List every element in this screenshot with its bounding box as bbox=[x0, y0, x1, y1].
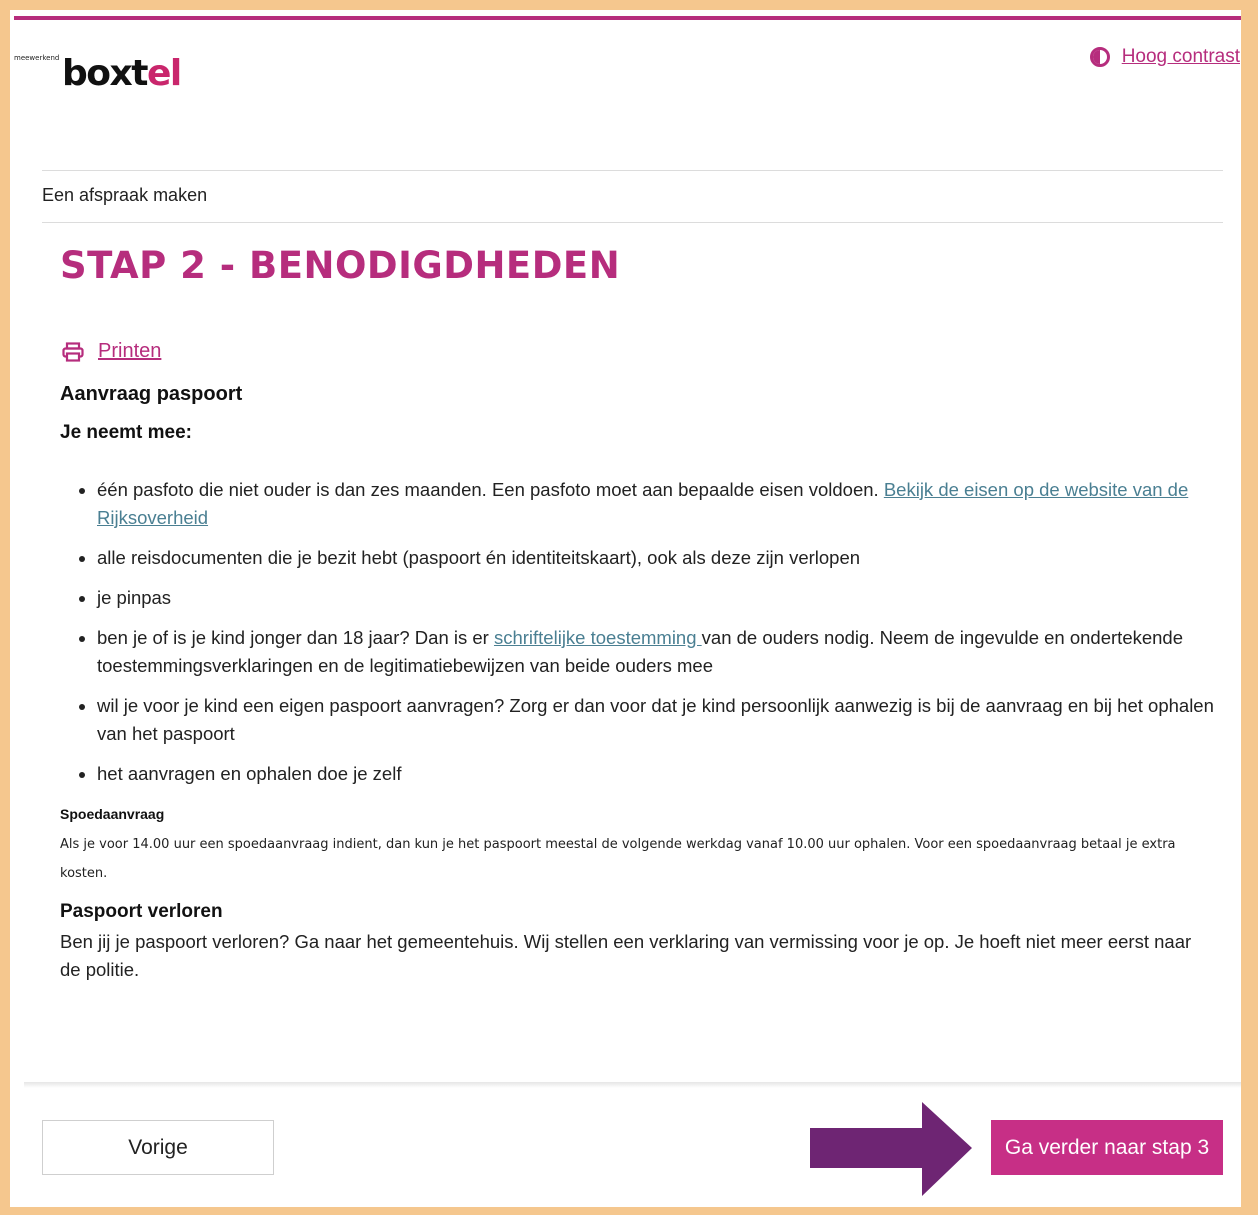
high-contrast-link[interactable]: Hoog contrast bbox=[1122, 46, 1240, 68]
print-action[interactable]: Printen bbox=[62, 340, 161, 363]
requirements-list: één pasfoto die niet ouder is dan zes ma… bbox=[60, 476, 1247, 800]
list-item: wil je voor je kind een eigen paspoort a… bbox=[97, 692, 1247, 748]
logo-wordmark: boxtel bbox=[62, 53, 182, 94]
logo-tagline: meewerkend bbox=[14, 54, 60, 62]
divider bbox=[42, 222, 1223, 223]
section-subtitle: Je neemt mee: bbox=[60, 422, 193, 443]
divider bbox=[42, 170, 1223, 171]
list-item: je pinpas bbox=[97, 584, 1247, 612]
list-item: het aanvragen en ophalen doe je zelf bbox=[97, 760, 1247, 788]
list-item: ben je of is je kind jonger dan 18 jaar?… bbox=[97, 624, 1247, 680]
contrast-icon bbox=[1089, 47, 1110, 67]
printer-icon bbox=[62, 341, 84, 362]
page-title: STAP 2 - BENODIGDHEDEN bbox=[60, 244, 621, 287]
spoed-text: Als je voor 14.00 uur een spoedaanvraag … bbox=[60, 837, 1176, 881]
verloren-text: Ben jij je paspoort verloren? Ga naar he… bbox=[60, 931, 1192, 980]
logo-accent: el bbox=[146, 53, 182, 94]
arrow-right-icon bbox=[810, 1102, 972, 1196]
high-contrast-toggle[interactable]: Hoog contrast bbox=[1089, 46, 1240, 68]
verloren-title: Paspoort verloren bbox=[60, 901, 223, 922]
section-title: Aanvraag paspoort bbox=[60, 383, 243, 405]
next-step-button[interactable]: Ga verder naar stap 3 bbox=[991, 1120, 1223, 1175]
list-item: één pasfoto die niet ouder is dan zes ma… bbox=[97, 476, 1247, 532]
spoed-title: Spoedaanvraag bbox=[60, 806, 165, 822]
breadcrumb: Een afspraak maken bbox=[42, 185, 208, 205]
list-item: alle reisdocumenten die je bezit hebt (p… bbox=[97, 544, 1247, 572]
footer-divider bbox=[24, 1082, 1241, 1088]
print-link[interactable]: Printen bbox=[98, 340, 161, 363]
previous-button[interactable]: Vorige bbox=[42, 1120, 274, 1175]
brand-top-bar bbox=[14, 16, 1241, 20]
toestemming-link[interactable]: schriftelijke toestemming bbox=[494, 627, 702, 648]
